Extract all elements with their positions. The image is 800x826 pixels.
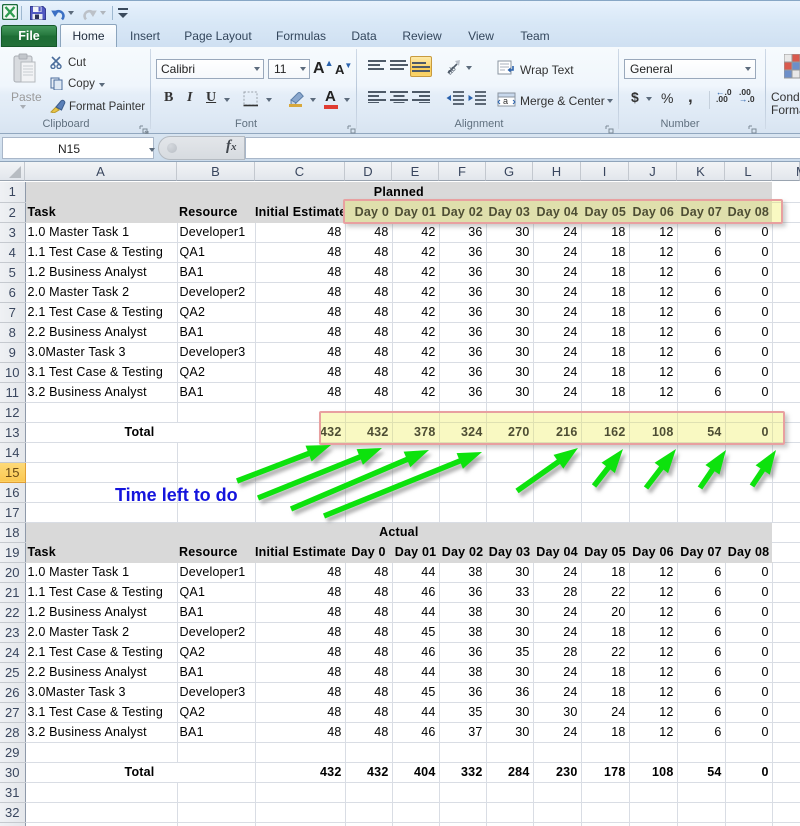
- svg-text:a: a: [503, 96, 508, 106]
